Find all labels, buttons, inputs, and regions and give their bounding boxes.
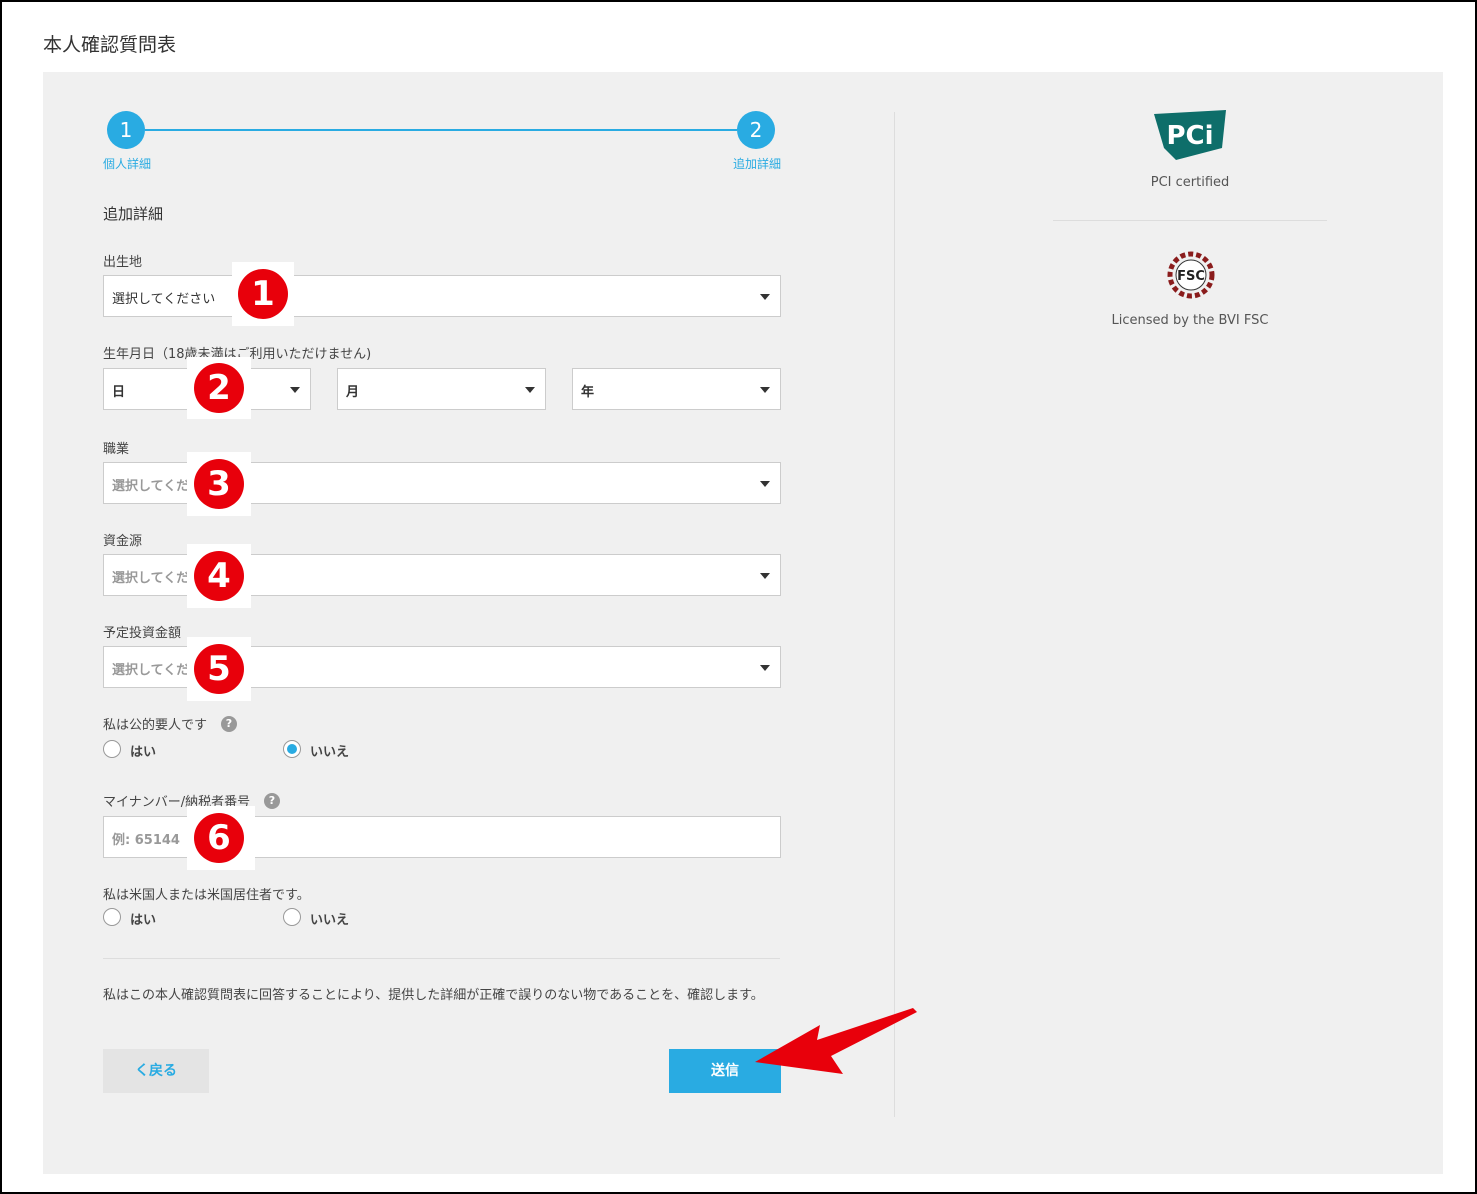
chevron-down-icon: [760, 294, 770, 300]
stepper-line: [145, 129, 737, 131]
pci-logo-text: PCi: [1166, 121, 1213, 151]
fsc-caption: Licensed by the BVI FSC: [1111, 313, 1269, 328]
birthplace-select[interactable]: 選択してください: [103, 275, 781, 317]
chevron-down-icon: [760, 573, 770, 579]
pep-no-label[interactable]: いいえ: [310, 741, 349, 760]
us-person-no-radio[interactable]: [283, 908, 301, 926]
chevron-down-icon: [760, 387, 770, 393]
help-icon[interactable]: ?: [221, 716, 237, 732]
form-panel: [43, 72, 1443, 1174]
annotation-4-badge: 4: [194, 551, 244, 601]
source-of-funds-label: 資金源: [103, 534, 143, 549]
annotation-1-badge: 1: [238, 269, 288, 319]
us-person-yes-label[interactable]: はい: [130, 909, 156, 928]
pci-caption: PCI certified: [1150, 175, 1230, 190]
tax-number-placeholder: 例: 65144: [112, 833, 180, 848]
confirmation-text: 私はこの本人確認質問表に回答することにより、提供した詳細が正確で誤りのない物であ…: [103, 988, 764, 1003]
step-1-circle[interactable]: 1: [107, 111, 145, 149]
us-person-yes-radio[interactable]: [103, 908, 121, 926]
section-title: 追加詳細: [103, 205, 164, 223]
annotation-6-badge: 6: [194, 813, 244, 863]
annotation-3-badge: 3: [194, 459, 244, 509]
help-icon[interactable]: ?: [264, 793, 280, 809]
us-person-no-label[interactable]: いいえ: [310, 909, 349, 928]
birth-month-select[interactable]: 月: [337, 368, 546, 410]
pci-logo-icon: PCi: [1154, 110, 1226, 160]
planned-investment-placeholder: 選択してくだ: [112, 663, 190, 678]
annotation-5-badge: 5: [194, 644, 244, 694]
chevron-down-icon: [760, 481, 770, 487]
chevron-down-icon: [525, 387, 535, 393]
chevron-down-icon: [290, 387, 300, 393]
birth-year-value: 年: [581, 385, 595, 400]
occupation-placeholder: 選択してくだ: [112, 479, 190, 494]
chevron-down-icon: [760, 665, 770, 671]
page-title: 本人確認質問表: [43, 34, 177, 56]
birth-day-value: 日: [112, 385, 126, 400]
planned-investment-label: 予定投資金額: [103, 626, 182, 641]
fsc-logo-text: FSC: [1177, 269, 1205, 284]
pep-label: 私は公的要人です: [103, 718, 208, 733]
birthplace-value: 選択してください: [112, 292, 216, 307]
occupation-label: 職業: [103, 442, 130, 457]
us-person-label: 私は米国人または米国居住者です。: [103, 888, 310, 903]
pep-yes-radio[interactable]: [103, 740, 121, 758]
red-arrow-icon: [755, 1008, 917, 1074]
birthplace-label: 出生地: [103, 255, 143, 270]
pep-no-radio[interactable]: [283, 740, 301, 758]
fsc-logo-icon: FSC: [1167, 251, 1215, 299]
sidebar-divider: [894, 112, 895, 1117]
annotation-2-badge: 2: [194, 363, 244, 413]
step-2-circle[interactable]: 2: [737, 111, 775, 149]
step-2-label: 追加詳細: [733, 157, 782, 171]
back-button[interactable]: く戻る: [103, 1049, 209, 1093]
form-divider: [103, 958, 780, 959]
sidebar-separator: [1053, 220, 1327, 221]
birth-year-select[interactable]: 年: [572, 368, 781, 410]
source-of-funds-placeholder: 選択してくだ: [112, 571, 190, 586]
step-1-label: 個人詳細: [103, 157, 152, 171]
birth-month-value: 月: [346, 385, 360, 400]
pep-yes-label[interactable]: はい: [130, 741, 156, 760]
